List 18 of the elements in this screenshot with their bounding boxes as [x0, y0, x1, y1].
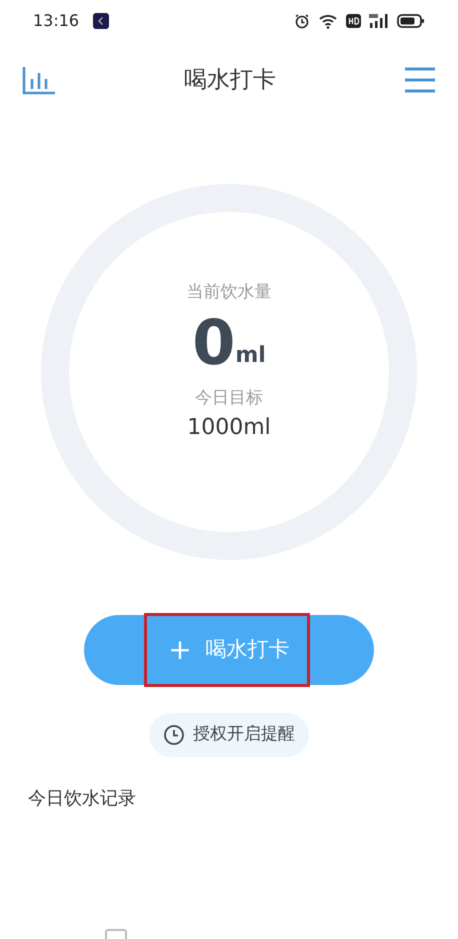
signal-icon	[369, 13, 389, 29]
hd-icon	[346, 14, 361, 28]
alarm-icon	[294, 13, 310, 29]
reminder-button[interactable]: 授权开启提醒	[149, 713, 309, 757]
bar-chart-icon[interactable]	[22, 65, 56, 95]
goal-label: 今日目标	[195, 386, 263, 410]
menu-icon[interactable]	[404, 67, 436, 93]
status-time: 13:16	[33, 10, 80, 32]
battery-icon	[397, 13, 425, 29]
clock-icon	[163, 724, 185, 746]
app-notification-icon	[93, 13, 110, 29]
intake-amount: 0	[192, 312, 236, 374]
page-title: 喝水打卡	[184, 66, 276, 95]
wifi-icon	[318, 13, 338, 29]
goal-value: 1000ml	[187, 414, 271, 442]
intake-label: 当前饮水量	[186, 281, 272, 304]
intake-unit: ml	[235, 342, 266, 370]
records-title: 今日饮水记录	[28, 788, 136, 809]
